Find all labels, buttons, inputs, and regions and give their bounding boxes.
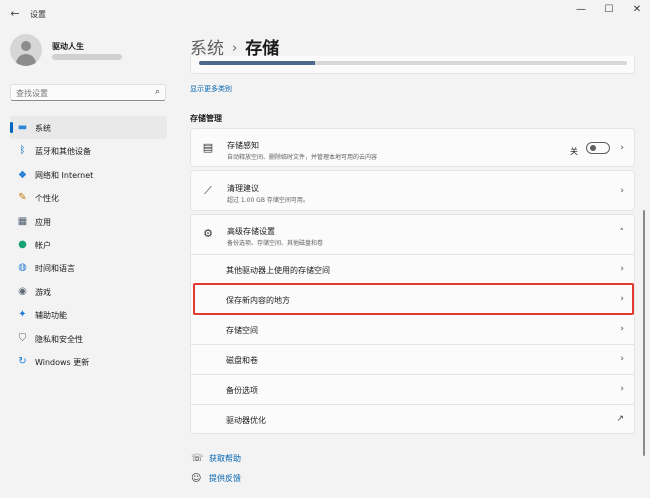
get-help-label: 获取帮助 — [209, 454, 241, 463]
search-icon[interactable]: ⌕ — [155, 87, 160, 97]
back-arrow-icon[interactable]: ← — [8, 7, 22, 21]
maximize-button[interactable]: ☐ — [599, 3, 619, 17]
advanced-storage-item[interactable]: 存储空间 › — [191, 314, 634, 344]
chevron-right-icon[interactable]: › — [620, 354, 624, 364]
sidebar-item-label: 系统 — [35, 124, 51, 133]
sidebar-item-label: 网络和 Internet — [35, 170, 94, 180]
advanced-storage-subtitle: 备份选项、存储空间、其他磁盘和卷 — [227, 240, 324, 247]
sidebar-nav: ▬ 系统 ᛒ 蓝牙和其他设备 ◆ 网络和 Internet ✎ 个性化 ▦ 应用 ● 帐户 ◍ 时间和语言… — [10, 116, 167, 373]
advanced-storage-title: 高级存储设置 — [227, 227, 275, 236]
search-input[interactable] — [16, 87, 146, 99]
storage-usage-fill — [199, 61, 315, 65]
breadcrumb-separator: › — [232, 41, 238, 56]
sidebar-item-label: 隐私和安全性 — [35, 334, 83, 344]
highlight-annotation-box — [193, 283, 634, 315]
advanced-storage-item[interactable]: 驱动器优化 ↗ — [191, 404, 634, 434]
paint-brush-icon: ✎ — [18, 192, 27, 204]
sidebar-item-label: 应用 — [35, 217, 51, 227]
sidebar-item-8[interactable]: ✦ 辅助功能 — [10, 303, 167, 326]
active-indicator — [10, 122, 13, 133]
cleanup-recommendations-card[interactable]: ⟋ 清理建议 超过 1.00 GB 存储空间可用。 › — [190, 170, 635, 211]
profile-email-redacted — [52, 54, 122, 60]
sidebar-item-2[interactable]: ◆ 网络和 Internet — [10, 163, 167, 186]
sidebar-item-3[interactable]: ✎ 个性化 — [10, 186, 167, 209]
advanced-storage-item-label: 磁盘和卷 — [226, 356, 258, 365]
chevron-right-icon[interactable]: › — [620, 384, 624, 394]
storage-usage-bar — [199, 61, 627, 65]
gear-icon: ⚙ — [203, 227, 213, 240]
user-profile[interactable]: 驱动人生 — [10, 32, 170, 72]
chevron-right-icon[interactable]: › — [620, 186, 624, 196]
storage-sense-card[interactable]: ▤ 存储感知 自动释放空间、删除临时文件，并管理本地可用的云内容 关 › — [190, 128, 635, 167]
help-chat-icon: ☏ — [191, 453, 204, 464]
advanced-storage-header[interactable]: ⚙ 高级存储设置 备份选项、存储空间、其他磁盘和卷 ˄ — [191, 215, 634, 254]
give-feedback-label: 提供反馈 — [209, 474, 241, 483]
advanced-storage-item-label: 驱动器优化 — [226, 416, 266, 425]
cleanup-row[interactable]: ⟋ 清理建议 超过 1.00 GB 存储空间可用。 › — [191, 171, 634, 212]
storage-sense-toggle[interactable] — [586, 142, 610, 154]
close-button[interactable]: ✕ — [627, 3, 647, 17]
storage-sense-title: 存储感知 — [227, 141, 259, 150]
advanced-storage-item[interactable]: 备份选项 › — [191, 374, 634, 404]
sidebar-item-label: Windows 更新 — [35, 357, 90, 367]
sidebar-item-label: 游戏 — [35, 287, 51, 297]
section-title-storage-management: 存储管理 — [190, 114, 222, 123]
cleanup-title: 清理建议 — [227, 184, 259, 193]
advanced-storage-item[interactable]: 磁盘和卷 › — [191, 344, 634, 374]
globe-clock-icon: ◍ — [18, 262, 27, 274]
storage-sense-subtitle: 自动释放空间、删除临时文件，并管理本地可用的云内容 — [227, 154, 378, 161]
toggle-state-label: 关 — [570, 147, 578, 156]
advanced-storage-item-label: 其他驱动器上使用的存储空间 — [226, 266, 330, 275]
sidebar-item-label: 蓝牙和其他设备 — [35, 147, 91, 157]
scrollbar[interactable] — [643, 210, 645, 456]
sidebar-item-6[interactable]: ◍ 时间和语言 — [10, 256, 167, 279]
storage-usage-card — [190, 56, 635, 74]
chevron-right-icon[interactable]: › — [620, 143, 624, 153]
chevron-right-icon[interactable]: › — [620, 324, 624, 334]
sidebar-item-label: 帐户 — [35, 240, 51, 250]
sidebar-item-label: 个性化 — [35, 194, 59, 204]
show-more-categories-link[interactable]: 显示更多类别 — [190, 84, 232, 94]
shield-icon: ⛉ — [18, 332, 27, 344]
title-bar: ← 设置 — ☐ ✕ — [0, 0, 650, 28]
app-title: 设置 — [30, 10, 46, 19]
advanced-storage-card: ⚙ 高级存储设置 备份选项、存储空间、其他磁盘和卷 ˄ 其他驱动器上使用的存储空… — [190, 214, 635, 434]
person-icon: ● — [18, 238, 27, 250]
external-link-icon[interactable]: ↗ — [616, 414, 624, 424]
chevron-right-icon[interactable]: › — [620, 264, 624, 274]
wifi-icon: ◆ — [18, 168, 27, 180]
sidebar-item-label: 辅助功能 — [35, 311, 67, 321]
storage-drive-icon: ▤ — [202, 141, 214, 154]
search-box[interactable]: ⌕ — [10, 84, 166, 101]
bluetooth-icon: ᛒ — [19, 145, 26, 157]
advanced-storage-item[interactable]: 其他驱动器上使用的存储空间 › — [191, 254, 634, 284]
advanced-storage-item-label: 存储空间 — [226, 326, 258, 335]
gamepad-icon: ◉ — [18, 285, 27, 297]
avatar — [10, 34, 42, 66]
advanced-storage-item-label: 备份选项 — [226, 386, 258, 395]
sidebar-item-4[interactable]: ▦ 应用 — [10, 210, 167, 233]
monitor-icon: ▬ — [17, 122, 28, 133]
cleanup-subtitle: 超过 1.00 GB 存储空间可用。 — [227, 197, 309, 204]
storage-sense-row[interactable]: ▤ 存储感知 自动释放空间、删除临时文件，并管理本地可用的云内容 关 › — [191, 129, 634, 168]
chevron-up-icon[interactable]: ˄ — [620, 228, 625, 238]
sidebar-item-9[interactable]: ⛉ 隐私和安全性 — [10, 327, 167, 350]
broom-icon: ⟋ — [204, 184, 212, 197]
sidebar-item-0[interactable]: ▬ 系统 — [10, 116, 167, 140]
sidebar-item-10[interactable]: ↻ Windows 更新 — [10, 350, 167, 373]
sidebar-item-1[interactable]: ᛒ 蓝牙和其他设备 — [10, 139, 167, 162]
sidebar-item-label: 时间和语言 — [35, 264, 75, 274]
profile-name: 驱动人生 — [52, 42, 84, 51]
minimize-button[interactable]: — — [571, 3, 591, 17]
feedback-icon: ☺ — [191, 473, 202, 484]
accessibility-icon: ✦ — [18, 309, 27, 321]
refresh-icon: ↻ — [18, 355, 27, 367]
sidebar-item-5[interactable]: ● 帐户 — [10, 233, 167, 256]
sidebar-item-7[interactable]: ◉ 游戏 — [10, 280, 167, 303]
apps-grid-icon: ▦ — [17, 215, 28, 227]
